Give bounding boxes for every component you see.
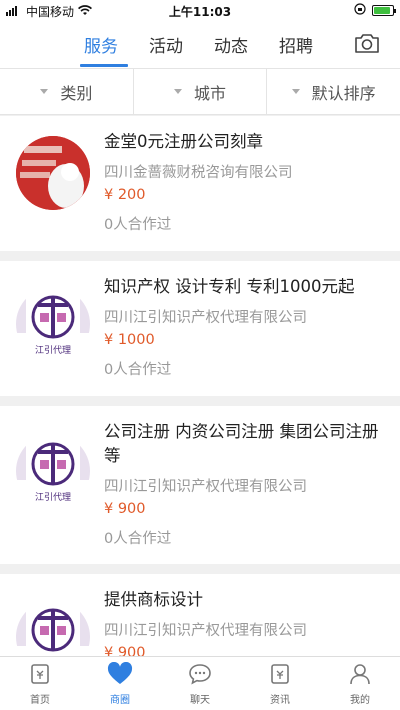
filter-label: 默认排序 [311, 83, 376, 103]
svg-text:江引代理: 江引代理 [35, 492, 71, 503]
bottom-tab-mine[interactable]: 我的 [320, 657, 400, 710]
bottom-tab-chat[interactable]: 聊天 [160, 657, 240, 710]
listing-company: 四川金蔷薇财税咨询有限公司 [104, 165, 293, 181]
listing-title: 公司注册 内资公司注册 集团公司注册等 [104, 422, 379, 465]
listing-price: ¥ 900 [104, 501, 146, 517]
caret-down-icon [40, 89, 49, 94]
heart-icon [107, 661, 133, 689]
caret-down-icon [174, 89, 182, 94]
bottom-tab-home[interactable]: 首页 [0, 657, 80, 710]
tab-activity[interactable]: 活动 [149, 32, 183, 57]
filter-category[interactable]: 类别 [0, 69, 134, 114]
listing-coop-count: 0人合作过 [104, 362, 172, 378]
chat-icon [188, 662, 212, 689]
list-item[interactable]: 江引代理 提供商标设计 四川江引知识产权代理有限公司 ¥ 900 [0, 574, 400, 656]
tab-recruit[interactable]: 招聘 [279, 32, 313, 57]
status-time: 上午11:03 [168, 5, 232, 19]
listing-coop-count: 0人合作过 [104, 531, 172, 547]
bottom-tab-label: 资讯 [270, 694, 290, 706]
filter-label: 城市 [194, 83, 227, 103]
bottom-tab-label: 聊天 [190, 694, 210, 706]
listing-company: 四川江引知识产权代理有限公司 [104, 623, 307, 639]
listing-thumbnail [16, 136, 90, 210]
camera-icon[interactable] [354, 32, 380, 58]
active-tab-indicator [80, 64, 128, 67]
filter-bar: 类别 城市 默认排序 [0, 68, 400, 115]
jiangyin-logo: 江引代理 [16, 287, 90, 361]
jiangyin-logo: 江引代理 [16, 434, 90, 508]
top-tab-bar: 服务 活动 动态 招聘 [0, 22, 400, 68]
home-icon [28, 662, 52, 689]
svg-text:江引代理: 江引代理 [35, 345, 71, 356]
service-list: 金堂0元注册公司刻章 四川金蔷薇财税咨询有限公司 ¥ 200 0人合作过 江引代… [0, 116, 400, 656]
tab-service[interactable]: 服务 [84, 32, 118, 57]
news-icon [268, 662, 292, 689]
list-item[interactable]: 江引代理 知识产权 设计专利 专利1000元起 四川江引知识产权代理有限公司 ¥… [0, 261, 400, 396]
filter-city[interactable]: 城市 [134, 69, 268, 114]
caret-down-icon [291, 89, 300, 94]
listing-price: ¥ 900 [104, 645, 146, 656]
bottom-tab-news[interactable]: 资讯 [240, 657, 320, 710]
filter-label: 类别 [60, 83, 93, 103]
tab-news-feed[interactable]: 动态 [214, 32, 248, 57]
listing-price: ¥ 200 [104, 187, 146, 203]
listing-title: 提供商标设计 [104, 590, 203, 609]
list-item[interactable]: 江引代理 公司注册 内资公司注册 集团公司注册等 四川江引知识产权代理有限公司 … [0, 406, 400, 564]
list-item[interactable]: 金堂0元注册公司刻章 四川金蔷薇财税咨询有限公司 ¥ 200 0人合作过 [0, 116, 400, 251]
status-bar: 中国移动 上午11:03 [0, 0, 400, 22]
bottom-tab-bar: 首页 商圈 聊天 资讯 我的 [0, 656, 400, 710]
rotation-lock-icon [354, 3, 366, 18]
bottom-tab-circle[interactable]: 商圈 [80, 657, 160, 710]
profile-icon [348, 662, 372, 689]
bottom-tab-label: 首页 [30, 694, 50, 706]
listing-title: 金堂0元注册公司刻章 [104, 132, 263, 151]
listing-company: 四川江引知识产权代理有限公司 [104, 479, 307, 495]
listing-company: 四川江引知识产权代理有限公司 [104, 310, 307, 326]
battery-icon [372, 5, 396, 16]
listing-coop-count: 0人合作过 [104, 217, 172, 233]
jiangyin-logo: 江引代理 [16, 600, 90, 656]
listing-price: ¥ 1000 [104, 332, 155, 348]
listing-title: 知识产权 设计专利 专利1000元起 [104, 277, 355, 296]
filter-sort[interactable]: 默认排序 [267, 69, 400, 114]
bottom-tab-label: 商圈 [110, 694, 130, 706]
status-right [354, 3, 396, 18]
bottom-tab-label: 我的 [350, 694, 370, 706]
